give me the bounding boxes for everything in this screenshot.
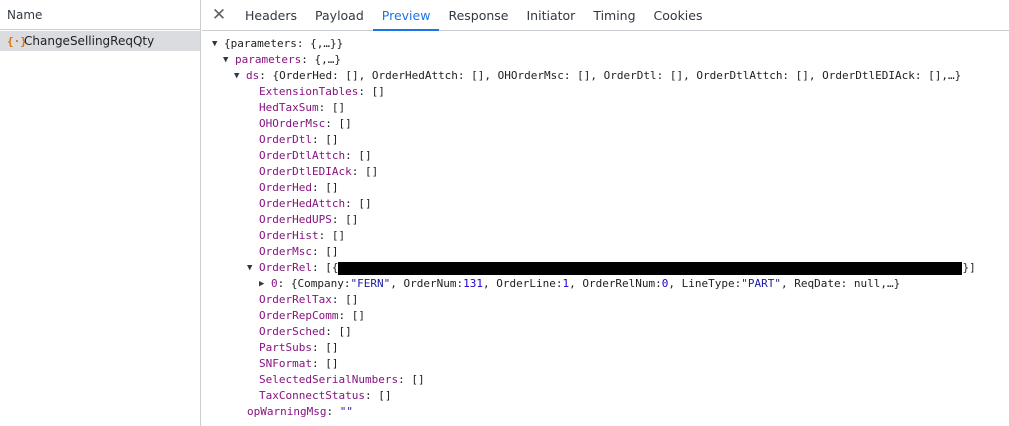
- tree-summary: {OrderHed: [], OrderHedAttch: [], OHOrde…: [272, 69, 962, 82]
- tree-ds-row[interactable]: ▼ ds: {OrderHed: [], OrderHedAttch: [], …: [202, 68, 1009, 84]
- tree-table-row[interactable]: HedTaxSum: []: [202, 100, 1009, 116]
- triangle-down-icon[interactable]: ▼: [247, 260, 259, 276]
- tab-headers[interactable]: Headers: [236, 0, 306, 30]
- tab-response[interactable]: Response: [439, 0, 517, 30]
- tree-value: []: [338, 117, 352, 130]
- tree-value: []: [345, 213, 359, 226]
- tree-summary: {,…}: [314, 53, 341, 66]
- tree-orderrel-item-row[interactable]: ▶ 0: {Company: "FERN", OrderNum: 131, Or…: [202, 276, 1009, 292]
- tree-key: SelectedSerialNumbers: [259, 373, 399, 386]
- tree-key: SNFormat: [259, 357, 312, 370]
- tree-value: []: [325, 357, 339, 370]
- tree-key: ds: [246, 69, 260, 82]
- json-preview-tree: ▼ {parameters: {,…}} ▼ parameters: {,…} …: [202, 32, 1009, 426]
- tree-table-row[interactable]: OrderSched: []: [202, 324, 1009, 340]
- tree-value: []: [364, 165, 379, 178]
- tree-key: OrderDtlEDIAck: [259, 165, 352, 178]
- tree-value: []: [325, 181, 339, 194]
- tree-key: OrderRel: [259, 261, 312, 274]
- tree-value: []: [325, 245, 339, 258]
- tree-key: OrderDtl: [259, 133, 312, 146]
- tree-root-row[interactable]: ▼ {parameters: {,…}}: [202, 36, 1009, 52]
- triangle-down-icon[interactable]: ▼: [234, 68, 246, 84]
- tree-key: OrderRelTax: [259, 293, 332, 306]
- detail-panel: ✕ Headers Payload Preview Response Initi…: [202, 0, 1009, 426]
- tree-key: OrderSched: [259, 325, 326, 338]
- tree-value: []: [338, 325, 352, 338]
- tree-value: []: [358, 197, 372, 210]
- tree-key: OrderDtlAttch: [259, 149, 346, 162]
- triangle-down-icon[interactable]: ▼: [212, 36, 224, 52]
- tree-value: []: [358, 149, 372, 162]
- request-name: ChangeSellingReqQty: [24, 34, 155, 48]
- tree-value: []: [325, 341, 339, 354]
- tree-table-row[interactable]: ExtensionTables: []: [202, 84, 1009, 100]
- tree-key: HedTaxSum: [259, 101, 319, 114]
- tree-table-row[interactable]: OrderHedUPS: []: [202, 212, 1009, 228]
- tree-table-row[interactable]: SelectedSerialNumbers: []: [202, 372, 1009, 388]
- tree-value: []: [345, 293, 359, 306]
- tree-value: []: [378, 389, 392, 402]
- tree-table-row[interactable]: OrderDtl: []: [202, 132, 1009, 148]
- tab-initiator[interactable]: Initiator: [518, 0, 585, 30]
- tree-table-row[interactable]: TaxConnectStatus: []: [202, 388, 1009, 404]
- tree-table-row[interactable]: OrderDtlEDIAck: []: [202, 164, 1009, 180]
- tab-cookies[interactable]: Cookies: [645, 0, 712, 30]
- tree-value: []: [331, 101, 346, 114]
- tab-preview[interactable]: Preview: [372, 0, 440, 31]
- tree-table-row[interactable]: OHOrderMsc: []: [202, 116, 1009, 132]
- tree-table-row[interactable]: PartSubs: []: [202, 340, 1009, 356]
- tree-table-row[interactable]: OrderHist: []: [202, 228, 1009, 244]
- tree-table-row[interactable]: OrderHedAttch: []: [202, 196, 1009, 212]
- close-icon[interactable]: ✕: [202, 0, 236, 30]
- tree-key: PartSubs: [259, 341, 312, 354]
- tree-key: OrderMsc: [259, 245, 312, 258]
- tree-key: OrderHed: [259, 181, 312, 194]
- request-list-panel: Name {·} ChangeSellingReqQty: [0, 0, 201, 426]
- tree-root-text: {parameters: {,…}}: [224, 37, 344, 50]
- tree-orderrel-row[interactable]: ▼ OrderRel: [{}]: [202, 260, 1009, 276]
- tree-key: parameters: [235, 53, 302, 66]
- triangle-right-icon[interactable]: ▶: [259, 276, 271, 292]
- tree-value: []: [325, 133, 339, 146]
- tree-table-row[interactable]: OrderDtlAttch: []: [202, 148, 1009, 164]
- tree-key: OrderHist: [259, 229, 319, 242]
- tree-table-row[interactable]: OrderMsc: []: [202, 244, 1009, 260]
- tab-timing[interactable]: Timing: [584, 0, 644, 30]
- tree-value: []: [371, 85, 385, 98]
- array-open: [{: [325, 261, 339, 274]
- tree-key: TaxConnectStatus: [259, 389, 365, 402]
- tree-key: OHOrderMsc: [259, 117, 326, 130]
- tree-value: []: [351, 309, 365, 322]
- detail-tabbar: ✕ Headers Payload Preview Response Initi…: [202, 0, 1009, 31]
- tree-table-row[interactable]: OrderRepComm: []: [202, 308, 1009, 324]
- array-close: }]: [962, 261, 976, 274]
- tree-value: []: [331, 229, 346, 242]
- tree-table-row[interactable]: SNFormat: []: [202, 356, 1009, 372]
- tree-key: ExtensionTables: [259, 85, 359, 98]
- triangle-down-icon[interactable]: ▼: [223, 52, 235, 68]
- name-column-header[interactable]: Name: [0, 0, 200, 30]
- tree-table-row[interactable]: OrderHed: []: [202, 180, 1009, 196]
- tree-value: "": [339, 405, 353, 418]
- tree-key: OrderHedAttch: [259, 197, 346, 210]
- tree-parameters-row[interactable]: ▼ parameters: {,…}: [202, 52, 1009, 68]
- tree-key: OrderHedUPS: [259, 213, 332, 226]
- tree-warning-row[interactable]: opWarningMsg: "": [202, 404, 1009, 420]
- tab-payload[interactable]: Payload: [306, 0, 373, 30]
- tree-key: OrderRepComm: [259, 309, 339, 322]
- tree-key: opWarningMsg: [247, 405, 327, 418]
- redaction-bar: [338, 261, 963, 275]
- tree-table-row[interactable]: OrderRelTax: []: [202, 292, 1009, 308]
- tree-value: []: [411, 373, 425, 386]
- request-row[interactable]: {·} ChangeSellingReqQty: [0, 31, 200, 51]
- tree-index: 0: [271, 277, 278, 290]
- xhr-fetch-icon: {·}: [7, 34, 27, 48]
